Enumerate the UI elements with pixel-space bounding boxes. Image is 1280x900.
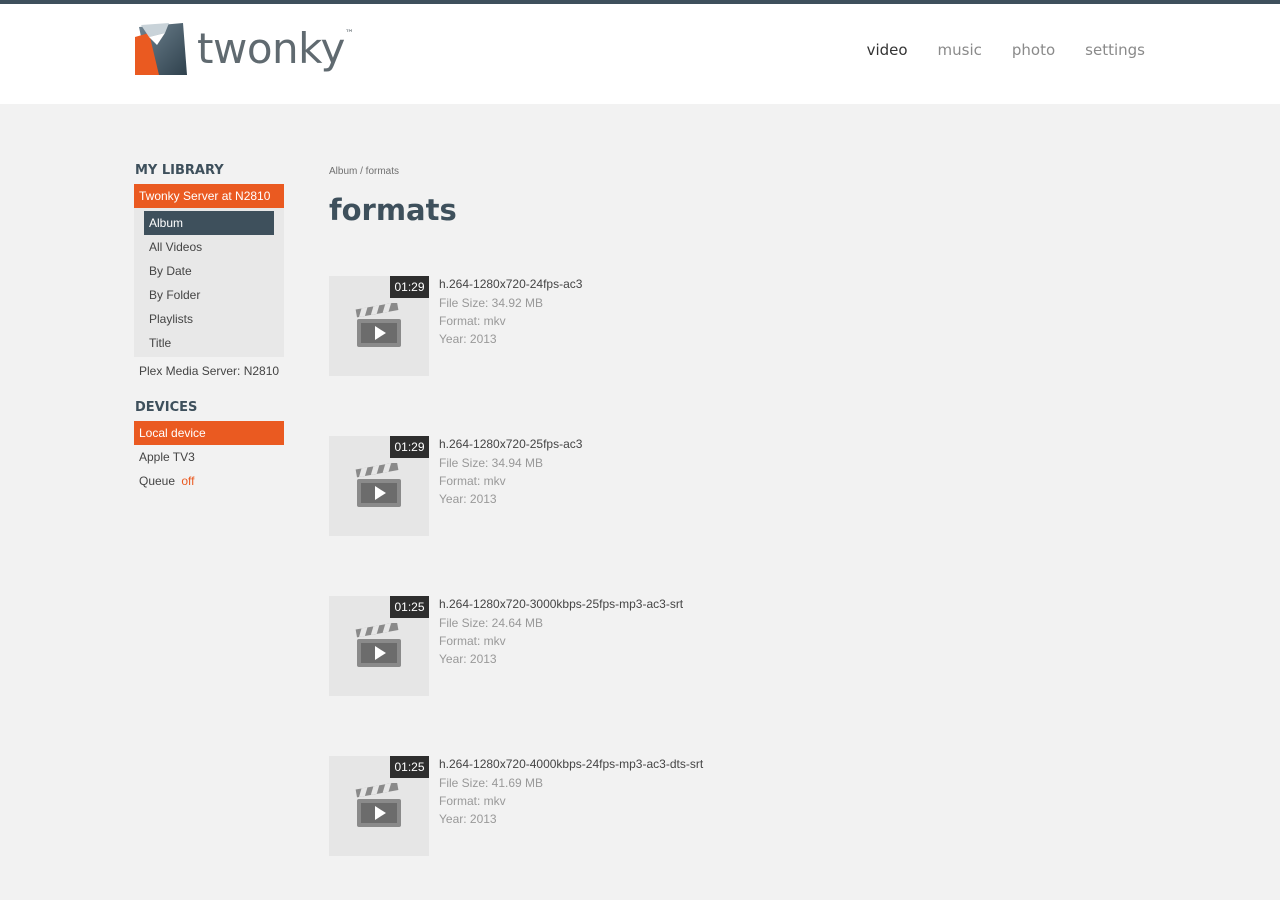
header: twonky™ video music photo settings bbox=[0, 4, 1280, 104]
video-year: Year: 2013 bbox=[439, 652, 497, 666]
devices-heading: DEVICES bbox=[135, 400, 198, 415]
video-info: h.264-1280x720-4000kbps-24fps-mp3-ac3-dt… bbox=[439, 756, 703, 828]
video-file-size: File Size: 34.94 MB bbox=[439, 456, 544, 470]
sidebar-item-by-date[interactable]: By Date bbox=[144, 259, 274, 283]
nav-photo[interactable]: photo bbox=[1012, 41, 1055, 59]
server-plex[interactable]: Plex Media Server: N2810 bbox=[134, 357, 284, 385]
video-item[interactable]: 01:29 h.264-1280x720-24fps-ac3 File Size… bbox=[329, 276, 1149, 436]
video-format: Format: mkv bbox=[439, 314, 506, 328]
video-list: 01:29 h.264-1280x720-24fps-ac3 File Size… bbox=[329, 276, 1149, 900]
video-item[interactable]: 01:29 h.264-1280x720-25fps-ac3 File Size… bbox=[329, 436, 1149, 596]
nav-video[interactable]: video bbox=[867, 41, 908, 59]
sidebar-item-by-folder[interactable]: By Folder bbox=[144, 283, 274, 307]
video-clapperboard-icon bbox=[355, 623, 401, 667]
video-thumbnail[interactable]: 01:29 bbox=[329, 436, 429, 536]
my-library-heading: MY LIBRARY bbox=[135, 163, 224, 178]
queue-state[interactable]: off bbox=[181, 474, 194, 488]
main-nav: video music photo settings bbox=[867, 41, 1145, 59]
twonky-logo-icon bbox=[135, 23, 187, 75]
video-year: Year: 2013 bbox=[439, 332, 497, 346]
queue-label: Queue bbox=[139, 474, 176, 488]
video-title[interactable]: h.264-1280x720-3000kbps-25fps-mp3-ac3-sr… bbox=[439, 596, 683, 614]
sidebar-item-all-videos[interactable]: All Videos bbox=[144, 235, 274, 259]
video-file-size: File Size: 41.69 MB bbox=[439, 776, 544, 790]
video-info: h.264-1280x720-24fps-ac3 File Size: 34.9… bbox=[439, 276, 582, 348]
video-title[interactable]: h.264-1280x720-24fps-ac3 bbox=[439, 276, 582, 294]
breadcrumb[interactable]: Album / formats bbox=[329, 166, 1149, 180]
nav-music[interactable]: music bbox=[938, 41, 982, 59]
video-clapperboard-icon bbox=[355, 783, 401, 827]
video-format: Format: mkv bbox=[439, 634, 506, 648]
video-title[interactable]: h.264-1280x720-4000kbps-24fps-mp3-ac3-dt… bbox=[439, 756, 703, 774]
video-clapperboard-icon bbox=[355, 303, 401, 347]
video-clapperboard-icon bbox=[355, 463, 401, 507]
device-local[interactable]: Local device bbox=[134, 421, 284, 445]
video-thumbnail[interactable]: 01:25 bbox=[329, 596, 429, 696]
video-info: h.264-1280x720-3000kbps-25fps-mp3-ac3-sr… bbox=[439, 596, 683, 668]
logo-text: twonky™ bbox=[197, 24, 354, 73]
library-views: Album All Videos By Date By Folder Playl… bbox=[134, 208, 284, 357]
video-duration: 01:29 bbox=[390, 436, 429, 458]
video-duration: 01:25 bbox=[390, 596, 429, 618]
sidebar-item-album[interactable]: Album bbox=[144, 211, 274, 235]
video-thumbnail[interactable]: 01:25 bbox=[329, 756, 429, 856]
page-title: formats bbox=[329, 193, 457, 227]
server-twonky[interactable]: Twonky Server at N2810 bbox=[134, 184, 284, 208]
video-title[interactable]: h.264-1280x720-25fps-ac3 bbox=[439, 436, 582, 454]
video-format: Format: mkv bbox=[439, 794, 506, 808]
logo[interactable]: twonky™ bbox=[135, 23, 354, 75]
video-duration: 01:25 bbox=[390, 756, 429, 778]
main-content: Album / formats formats 01:29 h.264-1280… bbox=[329, 166, 1149, 900]
sidebar-item-playlists[interactable]: Playlists bbox=[144, 307, 274, 331]
video-item[interactable]: 01:25 h.264-1280x720-4000kbps-24fps-mp3-… bbox=[329, 756, 1149, 900]
video-file-size: File Size: 34.92 MB bbox=[439, 296, 544, 310]
video-thumbnail[interactable]: 01:29 bbox=[329, 276, 429, 376]
video-info: h.264-1280x720-25fps-ac3 File Size: 34.9… bbox=[439, 436, 582, 508]
video-file-size: File Size: 24.64 MB bbox=[439, 616, 544, 630]
device-apple-tv3[interactable]: Apple TV3 bbox=[134, 445, 284, 469]
video-year: Year: 2013 bbox=[439, 492, 497, 506]
video-year: Year: 2013 bbox=[439, 812, 497, 826]
video-format: Format: mkv bbox=[439, 474, 506, 488]
sidebar: MY LIBRARY Twonky Server at N2810 Album … bbox=[134, 162, 284, 493]
sidebar-item-title[interactable]: Title bbox=[144, 331, 274, 355]
video-duration: 01:29 bbox=[390, 276, 429, 298]
queue-toggle[interactable]: Queue off bbox=[134, 469, 284, 493]
video-item[interactable]: 01:25 h.264-1280x720-3000kbps-25fps-mp3-… bbox=[329, 596, 1149, 756]
nav-settings[interactable]: settings bbox=[1085, 41, 1145, 59]
